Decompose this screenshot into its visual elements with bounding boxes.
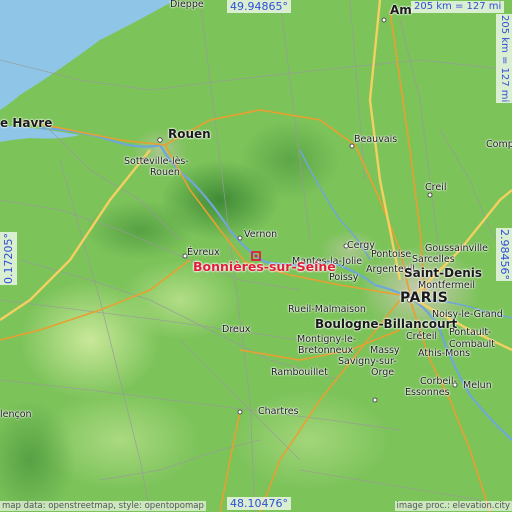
place-label-athis: Athis-Mons	[418, 348, 471, 359]
place-label-orge: Orge	[371, 367, 395, 378]
place-label-massy: Massy	[370, 345, 400, 356]
credit-map-data: map data: openstreetmap, style: opentopo…	[0, 501, 206, 511]
place-label-alencon: lençon	[0, 409, 32, 420]
place-label-rambouillet: Rambouillet	[271, 367, 328, 378]
place-label-evreux: Évreux	[187, 247, 220, 258]
place-label-amiens: Am	[390, 3, 412, 17]
place-label-rueil: Rueil-Malmaison	[288, 304, 366, 315]
highlight-label[interactable]: Bonnières-sur-Seine	[193, 259, 336, 274]
place-label-le-havre: e Havre	[0, 116, 53, 130]
place-label-melun: Melun	[463, 380, 492, 391]
place-label-sarcelles: Sarcelles	[412, 254, 455, 265]
forest-shade-3	[240, 120, 340, 200]
map-canvas[interactable]: Dieppe Am e Havre Rouen Sotteville-lès- …	[0, 0, 512, 512]
place-label-corbeil: Corbeil-	[420, 376, 457, 387]
scale-vertical: 205 km = 127 mi	[496, 14, 512, 104]
coord-top: 49.94865°	[227, 0, 291, 13]
place-label-dreux: Dreux	[222, 324, 251, 335]
forest-shade-2	[85, 200, 195, 260]
place-label-vernon: Vernon	[244, 229, 278, 240]
place-label-boulogne: Boulogne-Billancourt	[315, 317, 458, 331]
place-label-bretonneux: Bretonneux	[298, 345, 354, 356]
place-label-essonnes: Essonnes	[405, 387, 450, 398]
place-label-pontoise: Pontoise	[371, 249, 412, 260]
place-label-pontault: Pontault-	[449, 327, 492, 338]
place-label-montigny: Montigny-le-	[297, 334, 357, 345]
place-label-paris: PARIS	[400, 290, 449, 306]
place-label-dieppe: Dieppe	[170, 0, 204, 10]
place-label-poissy: Poissy	[329, 272, 359, 283]
place-label-beauvais: Beauvais	[354, 134, 398, 145]
place-label-sotteville: Sotteville-lès-	[124, 156, 189, 167]
plain-light-4	[230, 390, 390, 490]
coord-left: 0.17205°	[0, 232, 17, 285]
coord-right: 2.98456°	[496, 228, 512, 281]
scale-horizontal: 205 km = 127 mi	[411, 1, 505, 13]
place-label-creteil: Créteil	[406, 331, 438, 342]
place-label-sotteville-2: Rouen	[150, 167, 180, 178]
place-label-creil: Creil	[425, 182, 447, 193]
place-label-chartres: Chartres	[258, 406, 299, 417]
place-label-saint-denis: Saint-Denis	[404, 266, 483, 280]
coord-bottom: 48.10476°	[227, 497, 291, 510]
place-label-rouen: Rouen	[168, 127, 211, 141]
credit-image-proc: image proc.: elevation.city	[394, 501, 512, 511]
place-label-savigny: Savigny-sur-	[338, 356, 397, 367]
place-label-goussainville: Goussainville	[425, 243, 488, 254]
place-label-comp: Comp	[486, 139, 512, 150]
